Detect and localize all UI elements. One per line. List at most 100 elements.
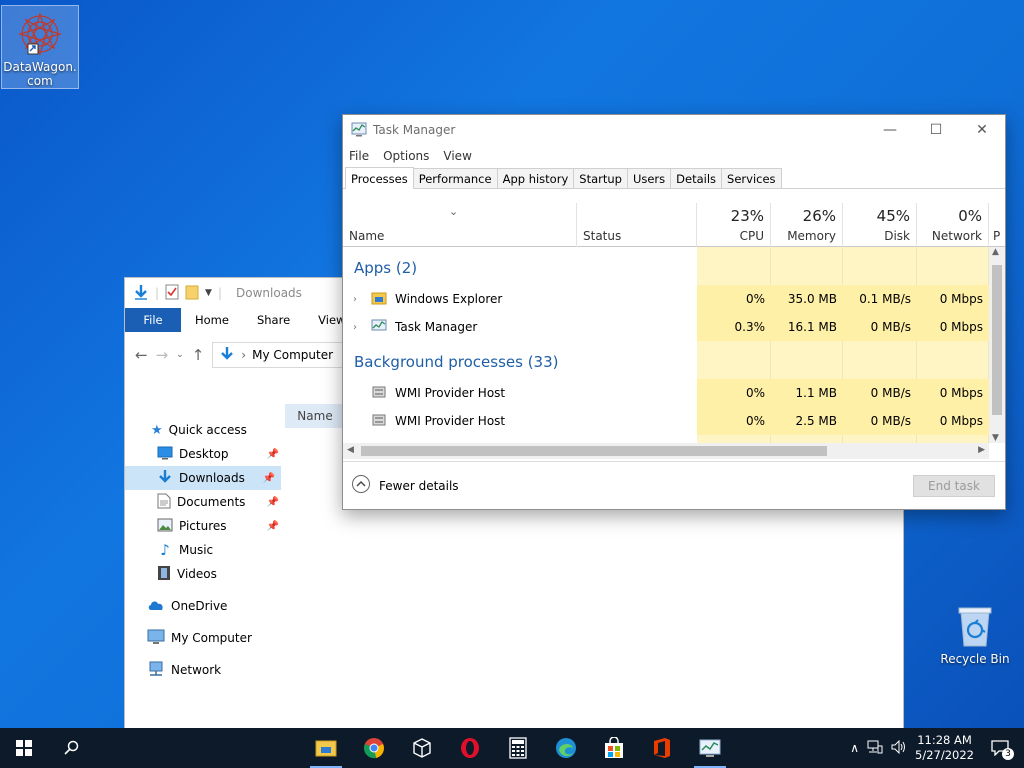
nav-label: Music	[179, 543, 214, 557]
nav-item-network[interactable]: Network	[125, 658, 285, 682]
tab-processes[interactable]: Processes	[345, 167, 414, 189]
nav-item-quick-access[interactable]: ★ Quick access	[125, 418, 285, 442]
start-button[interactable]	[0, 728, 48, 768]
column-header-disk[interactable]: 45% Disk	[843, 203, 917, 247]
scroll-down-icon[interactable]: ▼	[992, 433, 999, 443]
horizontal-scrollbar[interactable]: ◀ ▶	[343, 443, 989, 459]
vertical-scrollbar[interactable]: ▲ ▼	[989, 247, 1005, 443]
menu-view[interactable]: View	[443, 149, 471, 163]
nav-item-documents[interactable]: Documents 📌	[125, 490, 285, 514]
ribbon-tab-file[interactable]: File	[125, 308, 181, 332]
close-button[interactable]: ✕	[959, 115, 1005, 145]
scrollbar-thumb[interactable]	[361, 446, 827, 456]
office-icon	[654, 738, 670, 758]
pin-icon[interactable]: 📌	[267, 521, 279, 532]
recent-locations-icon[interactable]: ⌄	[176, 350, 184, 360]
pin-icon[interactable]: 📌	[263, 473, 275, 484]
taskbar-office[interactable]	[638, 728, 686, 768]
table-row[interactable]: WMI Provider Host 0% 1.1 MB 0 MB/s 0 Mbp…	[343, 379, 989, 407]
scrollbar-thumb[interactable]	[992, 265, 1002, 415]
menu-options[interactable]: Options	[383, 149, 429, 163]
taskbar-file-explorer[interactable]	[302, 728, 350, 768]
search-button[interactable]	[48, 728, 96, 768]
scroll-right-icon[interactable]: ▶	[978, 445, 985, 455]
tab-services[interactable]: Services	[721, 168, 782, 188]
scroll-left-icon[interactable]: ◀	[347, 445, 354, 455]
download-arrow-icon	[157, 469, 173, 488]
taskbar-chrome[interactable]	[350, 728, 398, 768]
download-arrow-icon	[219, 346, 235, 365]
quick-access-dropdown-icon[interactable]: ▼	[205, 288, 212, 298]
maximize-button[interactable]: ☐	[913, 115, 959, 145]
column-header-power[interactable]: P	[989, 203, 1005, 247]
minimize-button[interactable]: —	[867, 115, 913, 145]
folder-icon	[371, 291, 387, 308]
desktop-icon-recycle-bin[interactable]: Recycle Bin	[936, 598, 1014, 666]
breadcrumb-chevron-icon: ›	[241, 348, 247, 362]
ribbon-tab-home[interactable]: Home	[181, 308, 243, 332]
back-arrow-icon[interactable]: ←	[135, 346, 148, 364]
show-hidden-icons-chevron-icon[interactable]: ∧	[850, 741, 859, 755]
notifications-button[interactable]: 3	[982, 740, 1018, 760]
properties-icon[interactable]	[165, 284, 179, 303]
column-header-memory[interactable]: 26% Memory	[771, 203, 843, 247]
new-folder-icon[interactable]	[185, 284, 199, 303]
nav-item-pictures[interactable]: Pictures 📌	[125, 514, 285, 538]
column-header-name[interactable]: Name	[285, 404, 345, 428]
taskbar-opera[interactable]	[446, 728, 494, 768]
taskbar-calculator[interactable]	[494, 728, 542, 768]
tab-performance[interactable]: Performance	[412, 168, 498, 188]
fewer-details-icon[interactable]	[351, 474, 371, 497]
column-label: Network	[931, 229, 982, 243]
column-label: Memory	[787, 229, 836, 243]
chrome-icon	[364, 738, 384, 759]
volume-icon[interactable]	[891, 739, 907, 757]
nav-label: Desktop	[179, 447, 229, 461]
nav-item-videos[interactable]: Videos	[125, 562, 285, 586]
nav-item-desktop[interactable]: Desktop 📌	[125, 442, 285, 466]
network-status-icon[interactable]	[867, 740, 883, 757]
expand-chevron-icon[interactable]: ›	[353, 294, 363, 305]
ribbon-tab-share[interactable]: Share	[243, 308, 304, 332]
nav-label: Documents	[177, 495, 246, 509]
breadcrumb-my-computer[interactable]: My Computer	[252, 348, 333, 362]
table-row[interactable]: › Windows Explorer 0% 35.0 MB 0.1 MB/s 0…	[343, 285, 989, 313]
nav-label: OneDrive	[171, 599, 228, 613]
end-task-button[interactable]: End task	[913, 474, 995, 497]
column-header-status[interactable]: Status	[577, 203, 697, 247]
film-icon	[157, 565, 171, 584]
clock[interactable]: 11:28 AM 5/27/2022	[915, 733, 974, 763]
tab-app-history[interactable]: App history	[496, 168, 575, 188]
nav-item-music[interactable]: ♪ Music	[125, 538, 285, 562]
pictures-icon	[157, 518, 173, 535]
tab-users[interactable]: Users	[626, 168, 672, 188]
network-value: 0 Mbps	[917, 285, 989, 313]
nav-item-downloads[interactable]: Downloads 📌	[125, 466, 281, 490]
service-host-icon	[371, 413, 387, 430]
nav-label: Pictures	[179, 519, 227, 533]
tab-startup[interactable]: Startup	[573, 168, 628, 188]
pin-icon[interactable]: 📌	[267, 449, 279, 460]
nav-item-onedrive[interactable]: OneDrive	[125, 594, 285, 618]
pin-icon[interactable]: 📌	[267, 497, 279, 508]
taskbar-store[interactable]	[590, 728, 638, 768]
taskbar-task-manager[interactable]	[686, 728, 734, 768]
up-arrow-icon[interactable]: ↑	[192, 346, 205, 364]
system-tray: ∧ 11:28 AM 5/27/2022 3	[850, 733, 1024, 763]
desktop-icon-datawagon[interactable]: DataWagon.com	[1, 5, 79, 89]
nav-item-my-computer[interactable]: My Computer	[125, 626, 285, 650]
menu-file[interactable]: File	[349, 149, 369, 163]
table-row[interactable]: WMI Provider Host 0% 2.5 MB 0 MB/s 0 Mbp…	[343, 407, 989, 435]
fewer-details-link[interactable]: Fewer details	[379, 479, 459, 493]
scroll-up-icon[interactable]: ▲	[992, 247, 999, 257]
taskbar-edge[interactable]	[542, 728, 590, 768]
taskbar-3d-viewer[interactable]	[398, 728, 446, 768]
datawagon-icon	[16, 10, 64, 58]
forward-arrow-icon[interactable]: →	[156, 346, 169, 364]
table-row[interactable]: › Task Manager 0.3% 16.1 MB 0 MB/s 0 Mbp…	[343, 313, 989, 341]
column-header-cpu[interactable]: 23% CPU	[697, 203, 771, 247]
tab-details[interactable]: Details	[670, 168, 723, 188]
column-header-name[interactable]: ⌄ Name	[343, 203, 577, 247]
column-header-network[interactable]: 0% Network	[917, 203, 989, 247]
expand-chevron-icon[interactable]: ›	[353, 322, 363, 333]
